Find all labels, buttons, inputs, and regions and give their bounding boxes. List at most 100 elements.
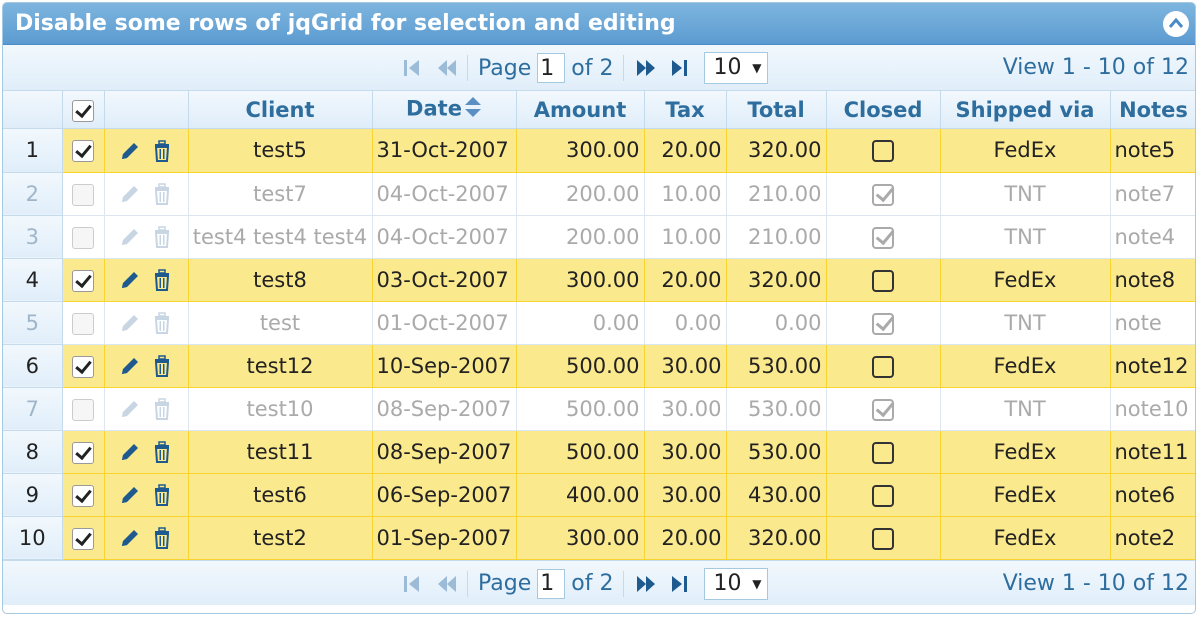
date-cell: 08-Sep-2007 [372,430,517,474]
table-row[interactable]: 4 test8 03-Oct-2007 300.00 20.00 320.00 FedEx n… [3,258,1195,302]
column-header-amount[interactable]: Amount [516,91,645,129]
notes-cell: note11 [1110,430,1195,474]
table-row[interactable]: 10 test2 01-Sep-2007 300.00 20.00 320.00 FedEx… [3,516,1195,560]
row-actions [104,301,189,345]
delete-trash-icon[interactable] [150,440,174,464]
row-select-checkbox[interactable] [72,527,94,550]
prev-page-icon[interactable] [429,54,463,82]
rows-per-page-select[interactable]: 10 ▼ [704,52,769,84]
next-page-icon[interactable] [628,54,662,82]
row-actions [104,430,189,474]
edit-pencil-icon[interactable] [118,483,142,507]
closed-cell [826,430,941,474]
pager-separator [467,570,468,597]
closed-checkbox-icon [872,140,894,163]
notes-cell: note12 [1110,344,1195,388]
edit-pencil-icon[interactable] [118,526,142,550]
closed-cell [826,258,941,302]
delete-trash-icon[interactable] [150,354,174,378]
table-row: 2 test7 04-Oct-2007 200.00 10.00 210.00 TNT not… [3,172,1195,216]
row-select-checkbox [72,398,94,421]
column-header-client[interactable]: Client [188,91,373,129]
row-number: 8 [3,430,63,474]
column-header-tax[interactable]: Tax [644,91,727,129]
delete-trash-icon [150,397,174,421]
column-header-date[interactable]: Date [372,91,517,129]
first-page-icon[interactable] [395,570,429,598]
column-header-closed[interactable]: Closed [826,91,941,129]
row-number: 6 [3,344,63,388]
page-number-input[interactable] [537,53,566,83]
tax-cell: 30.00 [644,344,727,388]
notes-cell: note4 [1110,215,1195,259]
records-info: View 1 - 10 of 12 [1002,570,1189,596]
bottom-pager: Page of 2 10 ▼ View 1 - 10 of 12 [3,559,1195,605]
closed-checkbox-icon [872,183,894,206]
edit-pencil-icon[interactable] [118,440,142,464]
prev-page-icon[interactable] [429,570,463,598]
row-select-checkbox[interactable] [72,484,94,507]
table-row[interactable]: 6 test12 10-Sep-2007 500.00 30.00 530.00 FedEx… [3,344,1195,388]
edit-pencil-icon[interactable] [118,354,142,378]
table-row: 5 test 01-Oct-2007 0.00 0.00 0.00 TNT note [3,301,1195,345]
last-page-icon[interactable] [662,570,696,598]
closed-checkbox-icon [872,269,894,292]
row-actions [104,344,189,388]
delete-trash-icon[interactable] [150,526,174,550]
delete-trash-icon[interactable] [150,483,174,507]
row-select-checkbox[interactable] [72,269,94,292]
page-label: Page [478,55,532,81]
delete-trash-icon[interactable] [150,139,174,163]
row-number: 7 [3,387,63,431]
rows-per-page-select[interactable]: 10 ▼ [704,567,769,600]
total-cell: 530.00 [726,344,827,388]
row-select-cell [62,344,105,388]
closed-cell [826,516,941,560]
table-row[interactable]: 8 test11 08-Sep-2007 500.00 30.00 530.00 FedEx… [3,430,1195,474]
edit-pencil-icon [118,311,142,335]
edit-pencil-icon[interactable] [118,139,142,163]
delete-trash-icon [150,311,174,335]
edit-pencil-icon[interactable] [118,268,142,292]
select-all-checkbox[interactable] [72,99,94,122]
grid-caption: Disable some rows of jqGrid for selectio… [3,3,1195,45]
row-number: 1 [3,129,63,173]
client-cell: test7 [188,172,373,216]
records-info: View 1 - 10 of 12 [1002,55,1189,80]
next-page-icon[interactable] [628,570,662,598]
pager-separator [623,55,625,81]
closed-checkbox-icon [872,355,894,378]
column-header-shipped[interactable]: Shipped via [940,91,1111,129]
dropdown-arrow-icon: ▼ [752,61,762,75]
row-select-checkbox[interactable] [72,140,94,163]
row-actions [104,215,189,259]
column-header-total[interactable]: Total [726,91,827,129]
notes-cell: note6 [1110,473,1195,517]
row-actions [104,172,189,216]
closed-checkbox-icon [872,398,894,421]
last-page-icon[interactable] [662,54,696,82]
closed-checkbox-icon [872,527,894,550]
grid-header: Client Date Amount Tax Total Closed Ship… [3,91,1195,129]
row-select-cell [62,215,105,259]
page-count-label: of 2 [571,571,614,596]
first-page-icon[interactable] [395,54,429,82]
delete-trash-icon [150,182,174,206]
table-row[interactable]: 9 test6 06-Sep-2007 400.00 30.00 430.00 FedEx n… [3,473,1195,517]
notes-cell: note [1110,301,1195,345]
date-cell: 06-Sep-2007 [372,473,517,517]
column-header-notes[interactable]: Notes [1110,91,1195,129]
date-cell: 08-Sep-2007 [372,387,517,431]
edit-pencil-icon [118,225,142,249]
page-number-input[interactable] [537,568,566,599]
table-row[interactable]: 1 test5 31-Oct-2007 300.00 20.00 320.00 FedEx n… [3,129,1195,173]
delete-trash-icon[interactable] [150,268,174,292]
closed-cell [826,344,941,388]
client-cell: test12 [188,344,373,388]
closed-cell [826,301,941,345]
row-number: 9 [3,473,63,517]
shipped-cell: FedEx [940,473,1111,517]
collapse-grid-icon[interactable] [1163,11,1189,37]
row-select-checkbox[interactable] [72,355,94,378]
row-select-checkbox[interactable] [72,441,94,464]
